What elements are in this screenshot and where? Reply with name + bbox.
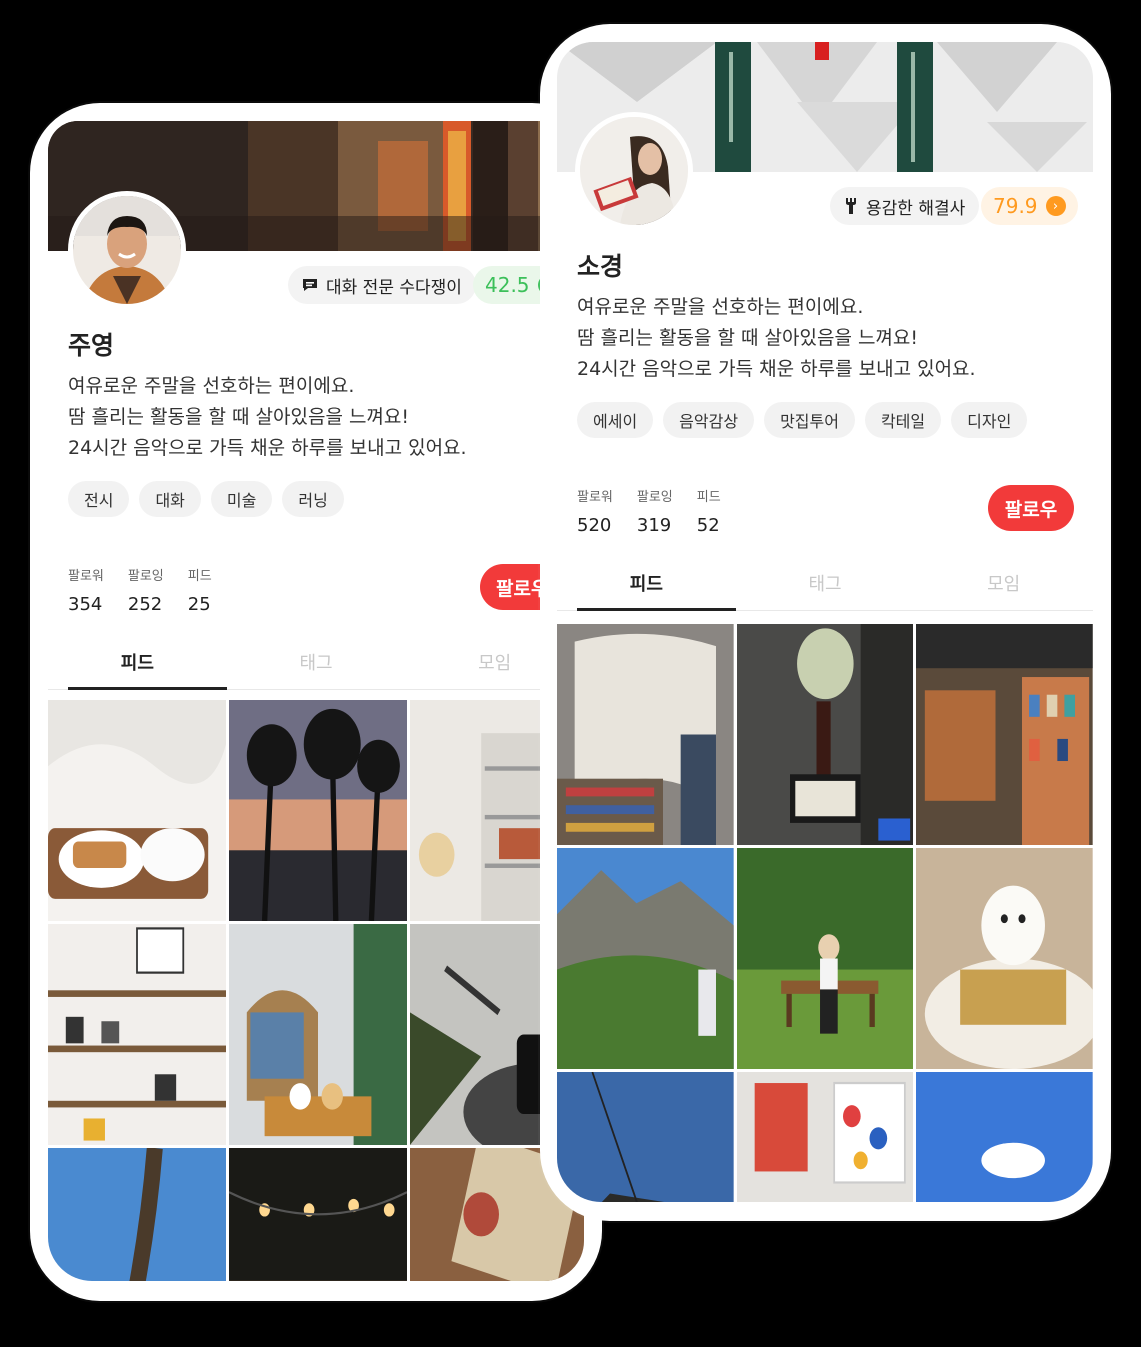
feed-thumbnail[interactable] [557, 1072, 734, 1202]
title-badge: 대화 전문 수다쟁이 [288, 266, 476, 304]
stat-label: 피드 [187, 569, 212, 584]
tag-chip[interactable]: 에세이 [577, 402, 654, 438]
tab-tag[interactable]: 태그 [227, 639, 406, 689]
bio-line: 여유로운 주말을 선호하는 편이에요. [68, 375, 355, 397]
chevron-right-icon: › [1045, 196, 1066, 216]
stat-label: 팔로잉 [636, 490, 673, 505]
feed-thumbnail[interactable] [736, 1072, 914, 1202]
feed-thumbnail[interactable] [48, 1148, 226, 1281]
score-badge[interactable]: 79.9 › [981, 187, 1078, 225]
stat-followers[interactable]: 팔로워 354 [68, 565, 104, 615]
badge-label: 대화 전문 수다쟁이 [326, 277, 462, 298]
avatar[interactable] [575, 112, 693, 230]
tag-chip[interactable]: 맛집투어 [764, 402, 855, 438]
stat-label: 피드 [696, 490, 721, 505]
feed-thumbnail[interactable] [229, 924, 407, 1145]
chat-bubble-icon [302, 278, 318, 292]
stat-value: 354 [68, 594, 103, 615]
feed-thumbnail[interactable] [557, 624, 734, 845]
feed-thumbnail[interactable] [48, 700, 226, 921]
tab-feed[interactable]: 피드 [48, 639, 227, 690]
stat-value: 52 [696, 515, 720, 536]
stat-label: 팔로워 [68, 569, 104, 584]
stat-feeds[interactable]: 피드 25 [188, 565, 212, 615]
badge-label: 용감한 해결사 [866, 198, 966, 219]
tag-chip[interactable]: 대화 [139, 481, 201, 517]
tag-chip[interactable]: 전시 [68, 481, 130, 517]
follow-button[interactable]: 팔로우 [988, 485, 1074, 531]
feed-thumbnail[interactable] [229, 1148, 407, 1281]
feed-thumbnail[interactable] [916, 848, 1093, 1069]
phone-frame-right: 용감한 해결사 79.9 › 소경 여유로운 주말을 선호하는 편이에요. 땀 … [540, 24, 1111, 1221]
profile-tabs: 피드 태그 모임 [557, 560, 1093, 611]
wrench-icon [844, 197, 858, 215]
profile-stats: 팔로워 354 팔로잉 252 피드 25 [68, 565, 212, 615]
score-value: 79.9 [993, 194, 1038, 218]
stat-feeds[interactable]: 피드 52 [697, 486, 721, 536]
stat-following[interactable]: 팔로잉 319 [637, 486, 673, 536]
stat-label: 팔로워 [577, 490, 613, 505]
bio-line: 땀 흘리는 활동을 할 때 살아있음을 느껴요! [68, 406, 410, 428]
bio-line: 땀 흘리는 활동을 할 때 살아있음을 느껴요! [577, 327, 919, 349]
profile-tabs: 피드 태그 모임 [48, 639, 584, 690]
interest-tags: 전시 대화 미술 러닝 [68, 481, 344, 517]
score-value: 42.5 [485, 273, 530, 297]
profile-stats: 팔로워 520 팔로잉 319 피드 52 [577, 486, 721, 536]
tag-chip[interactable]: 디자인 [951, 402, 1028, 438]
tag-chip[interactable]: 미술 [210, 481, 273, 517]
feed-thumbnail[interactable] [736, 848, 914, 1069]
stat-value: 252 [127, 594, 163, 615]
feed-thumbnail[interactable] [916, 624, 1093, 845]
stat-value: 520 [577, 515, 612, 536]
profile-screen-left: 대화 전문 수다쟁이 42.5 › 주영 여유로운 주말을 선호하는 편이에요.… [48, 121, 584, 1281]
feed-thumbnail[interactable] [736, 624, 914, 845]
avatar[interactable] [68, 191, 186, 309]
feed-grid [557, 624, 1093, 1202]
stat-value: 25 [187, 594, 211, 615]
feed-thumbnail[interactable] [557, 848, 734, 1069]
feed-thumbnail[interactable] [916, 1072, 1093, 1202]
bio-line: 여유로운 주말을 선호하는 편이에요. [577, 296, 864, 318]
phone-frame-left: 대화 전문 수다쟁이 42.5 › 주영 여유로운 주말을 선호하는 편이에요.… [30, 103, 602, 1301]
feed-thumbnail[interactable] [48, 924, 226, 1145]
stat-value: 319 [636, 515, 672, 536]
profile-name: 주영 [68, 331, 115, 360]
profile-bio: 여유로운 주말을 선호하는 편이에요. 땀 흘리는 활동을 할 때 살아있음을 … [68, 371, 467, 464]
bio-line: 24시간 음악으로 가득 채운 하루를 보내고 있어요. [577, 358, 976, 380]
tab-feed[interactable]: 피드 [557, 560, 736, 611]
feed-grid [48, 700, 584, 1281]
stat-following[interactable]: 팔로잉 252 [128, 565, 164, 615]
profile-name: 소경 [577, 252, 624, 281]
feed-thumbnail[interactable] [229, 700, 407, 921]
tag-chip[interactable]: 러닝 [282, 481, 344, 517]
tab-tag[interactable]: 태그 [736, 560, 915, 610]
tag-chip[interactable]: 칵테일 [864, 402, 942, 438]
bio-line: 24시간 음악으로 가득 채운 하루를 보내고 있어요. [68, 437, 467, 459]
stat-label: 팔로잉 [127, 569, 164, 584]
profile-bio: 여유로운 주말을 선호하는 편이에요. 땀 흘리는 활동을 할 때 살아있음을 … [577, 292, 976, 385]
profile-screen-right: 용감한 해결사 79.9 › 소경 여유로운 주말을 선호하는 편이에요. 땀 … [557, 42, 1093, 1202]
interest-tags: 에세이 음악감상 맛집투어 칵테일 디자인 [577, 402, 1028, 438]
tab-meetup[interactable]: 모임 [914, 560, 1093, 610]
stat-followers[interactable]: 팔로워 520 [577, 486, 613, 536]
tag-chip[interactable]: 음악감상 [663, 402, 755, 438]
title-badge: 용감한 해결사 [830, 187, 980, 225]
